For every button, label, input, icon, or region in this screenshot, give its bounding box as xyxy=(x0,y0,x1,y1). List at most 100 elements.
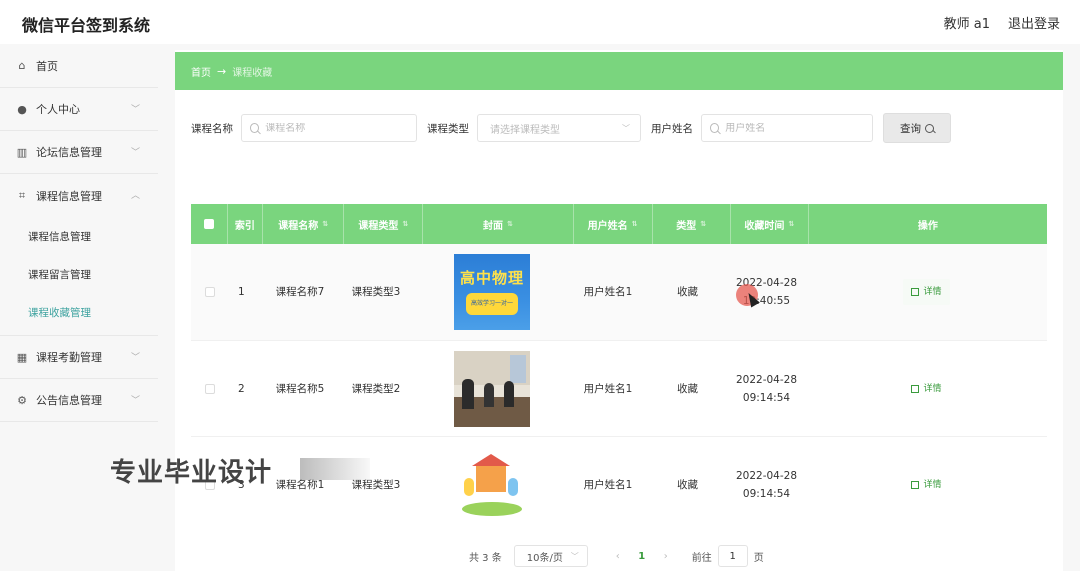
cell-course-name: 课程名称7 xyxy=(275,286,325,298)
column-header-label: 课程类型 xyxy=(358,220,399,232)
grid-icon: ▦ xyxy=(16,350,28,364)
cell-actions: 详情 xyxy=(806,437,1047,533)
main-content: 首页 → 课程收藏 课程名称 课程类型 请选择课程类型 ﹀ 用户姓名 查询 xyxy=(175,50,1063,571)
sort-icon: ⇅ xyxy=(631,220,638,228)
detail-label: 详情 xyxy=(923,287,942,297)
detail-icon xyxy=(911,481,920,489)
sidebar-item-home[interactable]: ⌂ 首页 xyxy=(0,44,158,88)
sidebar-item-forum[interactable]: ▥ 论坛信息管理 ﹀ xyxy=(0,131,158,174)
cell-course-type: 课程类型3 xyxy=(351,286,401,298)
sidebar-item-profile[interactable]: ● 个人中心 ﹀ xyxy=(0,88,158,131)
search-icon xyxy=(710,123,720,133)
chevron-down-icon: ﹀ xyxy=(622,123,630,133)
cell-type: 收藏 xyxy=(677,382,698,395)
logout-button[interactable]: 退出登录 xyxy=(1008,13,1060,32)
page-number-current[interactable]: 1 xyxy=(630,551,654,562)
sidebar-item-label: 论坛信息管理 xyxy=(36,146,102,159)
user-name-field[interactable] xyxy=(701,114,873,142)
column-header-label: 索引 xyxy=(234,220,255,232)
sidebar-item-notice[interactable]: ⚙ 公告信息管理 ﹀ xyxy=(0,379,158,422)
search-bar: 课程名称 课程类型 请选择课程类型 ﹀ 用户姓名 查询 xyxy=(191,113,951,143)
course-type-select[interactable]: 请选择课程类型 ﹀ xyxy=(477,114,641,142)
sort-icon: ⇅ xyxy=(788,220,795,228)
cell-user-name: 用户姓名1 xyxy=(583,286,633,298)
table-row[interactable]: 1 课程名称7 课程类型3 高中物理 高效学习一对一 用户姓名1 收藏 2022… xyxy=(191,244,1047,341)
cell-cover xyxy=(416,341,568,436)
sidebar-item-label: 课程信息管理 xyxy=(36,189,102,203)
chevron-down-icon: ﹀ xyxy=(570,551,579,561)
user-area: 教师 a1 退出登录 xyxy=(944,13,1060,32)
cell-user-name: 用户姓名1 xyxy=(583,382,633,395)
sidebar-item-course[interactable]: ⌗ 课程信息管理 ︿ xyxy=(0,174,158,217)
column-header-user-name[interactable]: 用户姓名 ⇅ xyxy=(574,204,653,244)
course-type-label: 课程类型 xyxy=(427,122,469,135)
submenu-item-course-info[interactable]: 课程信息管理 xyxy=(0,217,158,255)
breadcrumb-home[interactable]: 首页 xyxy=(191,64,211,79)
page-size-value: 10条/页 xyxy=(526,552,563,564)
chevron-down-icon: ﹀ xyxy=(130,353,140,363)
submenu-item-course-favorite[interactable]: 课程收藏管理 xyxy=(0,293,158,331)
sidebar-item-label: 课程考勤管理 xyxy=(36,351,102,364)
cover-image: 高中物理 高效学习一对一 xyxy=(454,254,530,330)
query-button-label: 查询 xyxy=(900,122,921,135)
cover-image xyxy=(454,450,530,520)
column-header-type[interactable]: 类型 ⇅ xyxy=(653,204,731,244)
cell-index: 1 xyxy=(238,286,245,298)
cell-fav-time: 2022-04-28 09:14:54 xyxy=(727,341,806,436)
search-icon xyxy=(925,123,934,133)
cell-user-name: 用户姓名1 xyxy=(583,479,633,491)
cell-date: 2022-04-28 xyxy=(735,470,798,482)
column-header-course-type[interactable]: 课程类型 ⇅ xyxy=(344,204,424,244)
watermark-bar xyxy=(300,458,370,480)
submenu-item-course-message[interactable]: 课程留言管理 xyxy=(0,255,158,293)
query-button[interactable]: 查询 xyxy=(883,113,951,143)
cover-title: 高中物理 xyxy=(459,269,524,287)
search-icon xyxy=(250,123,260,133)
column-header-cover[interactable]: 封面 ⇅ xyxy=(423,204,574,244)
row-checkbox[interactable] xyxy=(204,383,215,394)
cell-actions: 详情 xyxy=(806,244,1047,340)
cell-actions: 详情 xyxy=(806,341,1047,436)
course-name-field[interactable] xyxy=(241,114,417,142)
next-page-button[interactable]: › xyxy=(654,551,678,562)
select-all-checkbox[interactable] xyxy=(191,204,228,244)
checkbox-icon xyxy=(203,219,214,229)
course-submenu: 课程信息管理 课程留言管理 课程收藏管理 xyxy=(0,217,158,336)
column-header-label: 类型 xyxy=(676,220,697,232)
cell-course-type: 课程类型2 xyxy=(351,382,401,395)
pagination: 共 3 条 10条/页 ﹀ ‹ 1 › 前往 1 页 xyxy=(469,544,764,568)
page-size-select[interactable]: 10条/页 ﹀ xyxy=(513,545,588,567)
home-icon: ⌂ xyxy=(18,59,26,72)
user-name-label: 用户姓名 xyxy=(651,122,693,135)
table-row[interactable]: 2 课程名称5 课程类型2 用户姓名1 收藏 2022-04-28 09:14:… xyxy=(191,341,1047,437)
column-header-label: 用户姓名 xyxy=(587,220,628,232)
sidebar-item-attendance[interactable]: ▦ 课程考勤管理 ﹀ xyxy=(0,336,158,379)
sidebar-item-label: 个人中心 xyxy=(36,103,80,116)
chevron-down-icon: ﹀ xyxy=(130,148,140,158)
column-header-fav-time[interactable]: 收藏时间 ⇅ xyxy=(731,204,809,244)
sidebar: ⌂ 首页 ● 个人中心 ﹀ ▥ 论坛信息管理 ﹀ ⌗ 课程信息管理 ︿ 课程信息… xyxy=(0,44,158,571)
detail-button[interactable]: 详情 xyxy=(903,472,949,498)
user-name-input[interactable] xyxy=(725,122,872,134)
prev-page-button[interactable]: ‹ xyxy=(606,551,630,562)
sort-icon: ⇅ xyxy=(322,220,329,228)
detail-button[interactable]: 详情 xyxy=(903,376,949,402)
column-header-label: 封面 xyxy=(482,220,503,232)
detail-label: 详情 xyxy=(923,383,942,394)
course-name-label: 课程名称 xyxy=(191,122,233,135)
breadcrumb-arrow: → xyxy=(217,64,227,78)
row-checkbox[interactable] xyxy=(204,287,215,297)
column-header-course-name[interactable]: 课程名称 ⇅ xyxy=(263,204,345,244)
detail-button[interactable]: 详情 xyxy=(903,279,950,305)
course-name-input[interactable] xyxy=(265,122,416,134)
cell-index: 2 xyxy=(238,382,245,395)
cell-course-name: 课程名称5 xyxy=(275,382,325,395)
cell-time: 09:14:54 xyxy=(742,391,791,404)
detail-label: 详情 xyxy=(923,480,942,490)
sidebar-item-label: 公告信息管理 xyxy=(36,394,102,407)
top-header: 微信平台签到系统 教师 a1 退出登录 xyxy=(0,0,1080,44)
table-row[interactable]: 3 课程名称1 课程类型3 用户姓名1 收藏 2022-04-28 09:14:… xyxy=(191,437,1047,533)
goto-page-input[interactable]: 1 xyxy=(717,545,748,567)
column-header-label: 操作 xyxy=(917,220,938,232)
cell-course-type: 课程类型3 xyxy=(351,479,401,491)
